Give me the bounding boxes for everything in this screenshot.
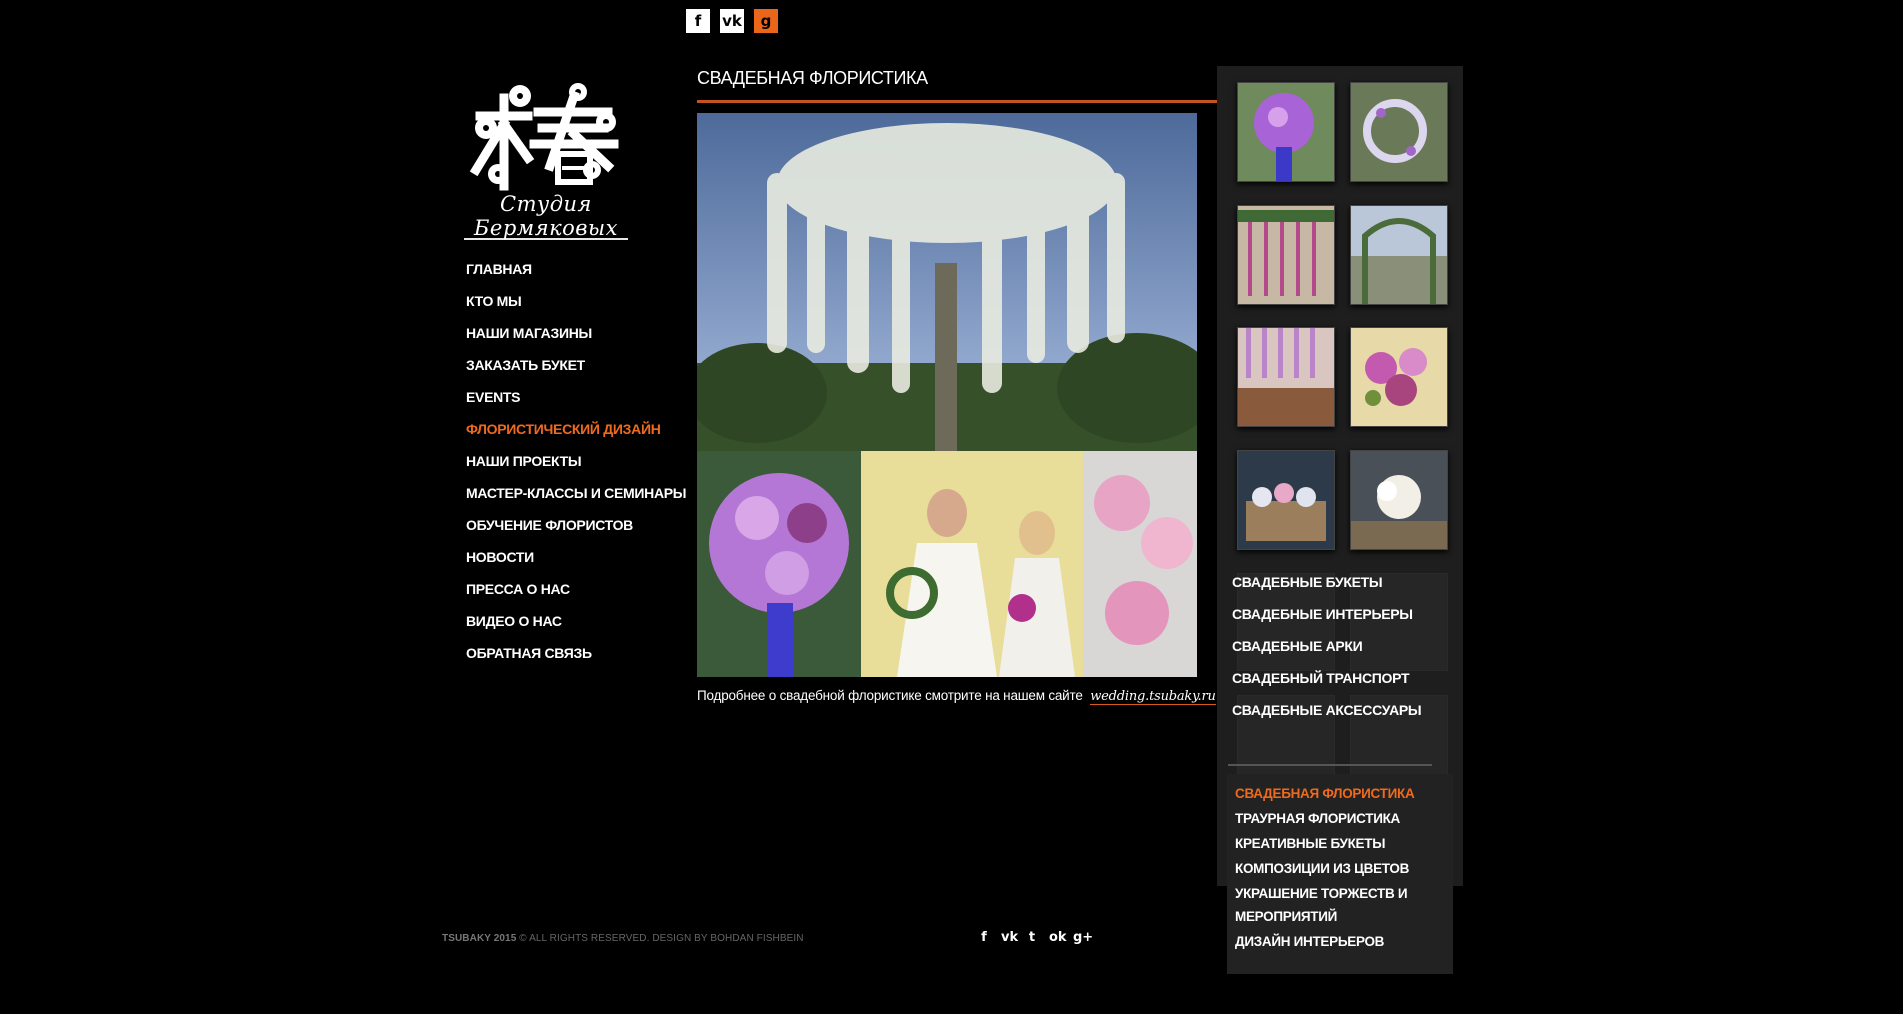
category-wedding-accessories[interactable]: СВАДЕБНЫЕ АКСЕССУАРЫ xyxy=(1232,702,1422,734)
thumbnail-flower-wreath[interactable] xyxy=(1350,82,1448,182)
odnoklassniki-icon[interactable]: ok xyxy=(1049,930,1067,946)
thumbnail-outdoor-arch[interactable] xyxy=(1350,205,1448,305)
nav-item-masterclasses[interactable]: МАСТЕР-КЛАССЫ И СЕМИНАРЫ xyxy=(466,482,687,514)
nav-item-about[interactable]: КТО МЫ xyxy=(466,290,686,322)
tsubaki-kanji-icon xyxy=(469,83,619,191)
submenu-funeral-floristry[interactable]: ТРАУРНАЯ ФЛОРИСТИКА xyxy=(1235,807,1425,832)
floral-design-submenu: СВАДЕБНАЯ ФЛОРИСТИКА ТРАУРНАЯ ФЛОРИСТИКА… xyxy=(1235,782,1425,955)
footer-copyright: TSUBAKY 2015 © ALL RIGHTS RESERVED. DESI… xyxy=(442,933,804,944)
wedding-collage-image xyxy=(697,113,1197,677)
footer-social-links: f vk t ok g+ xyxy=(977,930,1093,946)
google-plus-icon[interactable]: g+ xyxy=(1073,930,1093,946)
category-wedding-bouquets[interactable]: СВАДЕБНЫЕ БУКЕТЫ xyxy=(1232,574,1421,606)
nav-item-press[interactable]: ПРЕССА О НАС xyxy=(466,578,686,610)
submenu-flower-compositions[interactable]: КОМПОЗИЦИИ ИЗ ЦВЕТОВ xyxy=(1235,857,1425,882)
submenu-interior-design[interactable]: ДИЗАЙН ИНТЕРЬЕРОВ xyxy=(1235,930,1425,955)
category-wedding-transport[interactable]: СВАДЕБНЫЙ ТРАНСПОРТ xyxy=(1232,670,1421,702)
thumbnail-table-decor[interactable] xyxy=(1237,327,1335,427)
nav-item-news[interactable]: НОВОСТИ xyxy=(466,546,686,578)
nav-item-video[interactable]: ВИДЕО О НАС xyxy=(466,610,686,642)
site-logo[interactable]: Студия Бермяковых xyxy=(458,74,634,240)
odnoklassniki-icon[interactable]: g xyxy=(754,9,778,33)
nav-item-events[interactable]: EVENTS xyxy=(466,386,686,418)
facebook-icon[interactable]: f xyxy=(977,930,991,946)
nav-item-floral-design[interactable]: ФЛОРИСТИЧЕСКИЙ ДИЗАЙН xyxy=(466,418,686,450)
vk-icon[interactable]: vk xyxy=(720,9,744,33)
nav-item-contact[interactable]: ОБРАТНАЯ СВЯЗЬ xyxy=(466,642,686,674)
panel-divider xyxy=(1228,764,1432,766)
category-wedding-arches[interactable]: СВАДЕБНЫЕ АРКИ xyxy=(1232,638,1421,670)
more-info-text: Подробнее о свадебной флористике смотрит… xyxy=(697,688,1216,705)
footer-copy-text: © ALL RIGHTS RESERVED. DESIGN BY BOHDAN … xyxy=(519,933,804,944)
wedding-site-link[interactable]: wedding.tsubaky.ru xyxy=(1090,689,1216,705)
logo-text: Студия Бермяковых xyxy=(458,192,634,240)
thumbnail-flower-arrangement[interactable] xyxy=(1350,327,1448,427)
page-title: СВАДЕБНАЯ ФЛОРИСТИКА xyxy=(697,68,928,88)
nav-item-projects[interactable]: НАШИ ПРОЕКТЫ xyxy=(466,450,686,482)
vk-icon[interactable]: vk xyxy=(1001,930,1018,946)
thumbnail-ribbon-arch[interactable] xyxy=(1237,205,1335,305)
category-wedding-interiors[interactable]: СВАДЕБНЫЕ ИНТЕРЬЕРЫ xyxy=(1232,606,1421,638)
nav-item-training[interactable]: ОБУЧЕНИЕ ФЛОРИСТОВ xyxy=(466,514,686,546)
nav-item-order[interactable]: ЗАКАЗАТЬ БУКЕТ xyxy=(466,354,686,386)
top-social-links: f vk g xyxy=(686,9,778,33)
thumbnail-white-flowers[interactable] xyxy=(1350,450,1448,550)
nav-item-shops[interactable]: НАШИ МАГАЗИНЫ xyxy=(466,322,686,354)
submenu-wedding-floristry[interactable]: СВАДЕБНАЯ ФЛОРИСТИКА xyxy=(1235,782,1425,807)
facebook-icon[interactable]: f xyxy=(686,9,710,33)
wedding-category-list: СВАДЕБНЫЕ БУКЕТЫ СВАДЕБНЫЕ ИНТЕРЬЕРЫ СВА… xyxy=(1232,574,1422,734)
thumbnail-bouquet-purple[interactable] xyxy=(1237,82,1335,182)
nav-item-home[interactable]: ГЛАВНАЯ xyxy=(466,258,686,290)
thumbnail-rose-box[interactable] xyxy=(1237,450,1335,550)
more-info-label: Подробнее о свадебной флористике смотрит… xyxy=(697,688,1083,703)
twitter-icon[interactable]: t xyxy=(1025,930,1039,946)
main-nav: ГЛАВНАЯ КТО МЫ НАШИ МАГАЗИНЫ ЗАКАЗАТЬ БУ… xyxy=(466,258,687,674)
submenu-creative-bouquets[interactable]: КРЕАТИВНЫЕ БУКЕТЫ xyxy=(1235,832,1425,857)
submenu-event-decoration[interactable]: УКРАШЕНИЕ ТОРЖЕСТВ И МЕРОПРИЯТИЙ xyxy=(1235,882,1425,930)
title-divider xyxy=(697,100,1217,103)
footer-brand: TSUBAKY 2015 xyxy=(442,933,517,944)
